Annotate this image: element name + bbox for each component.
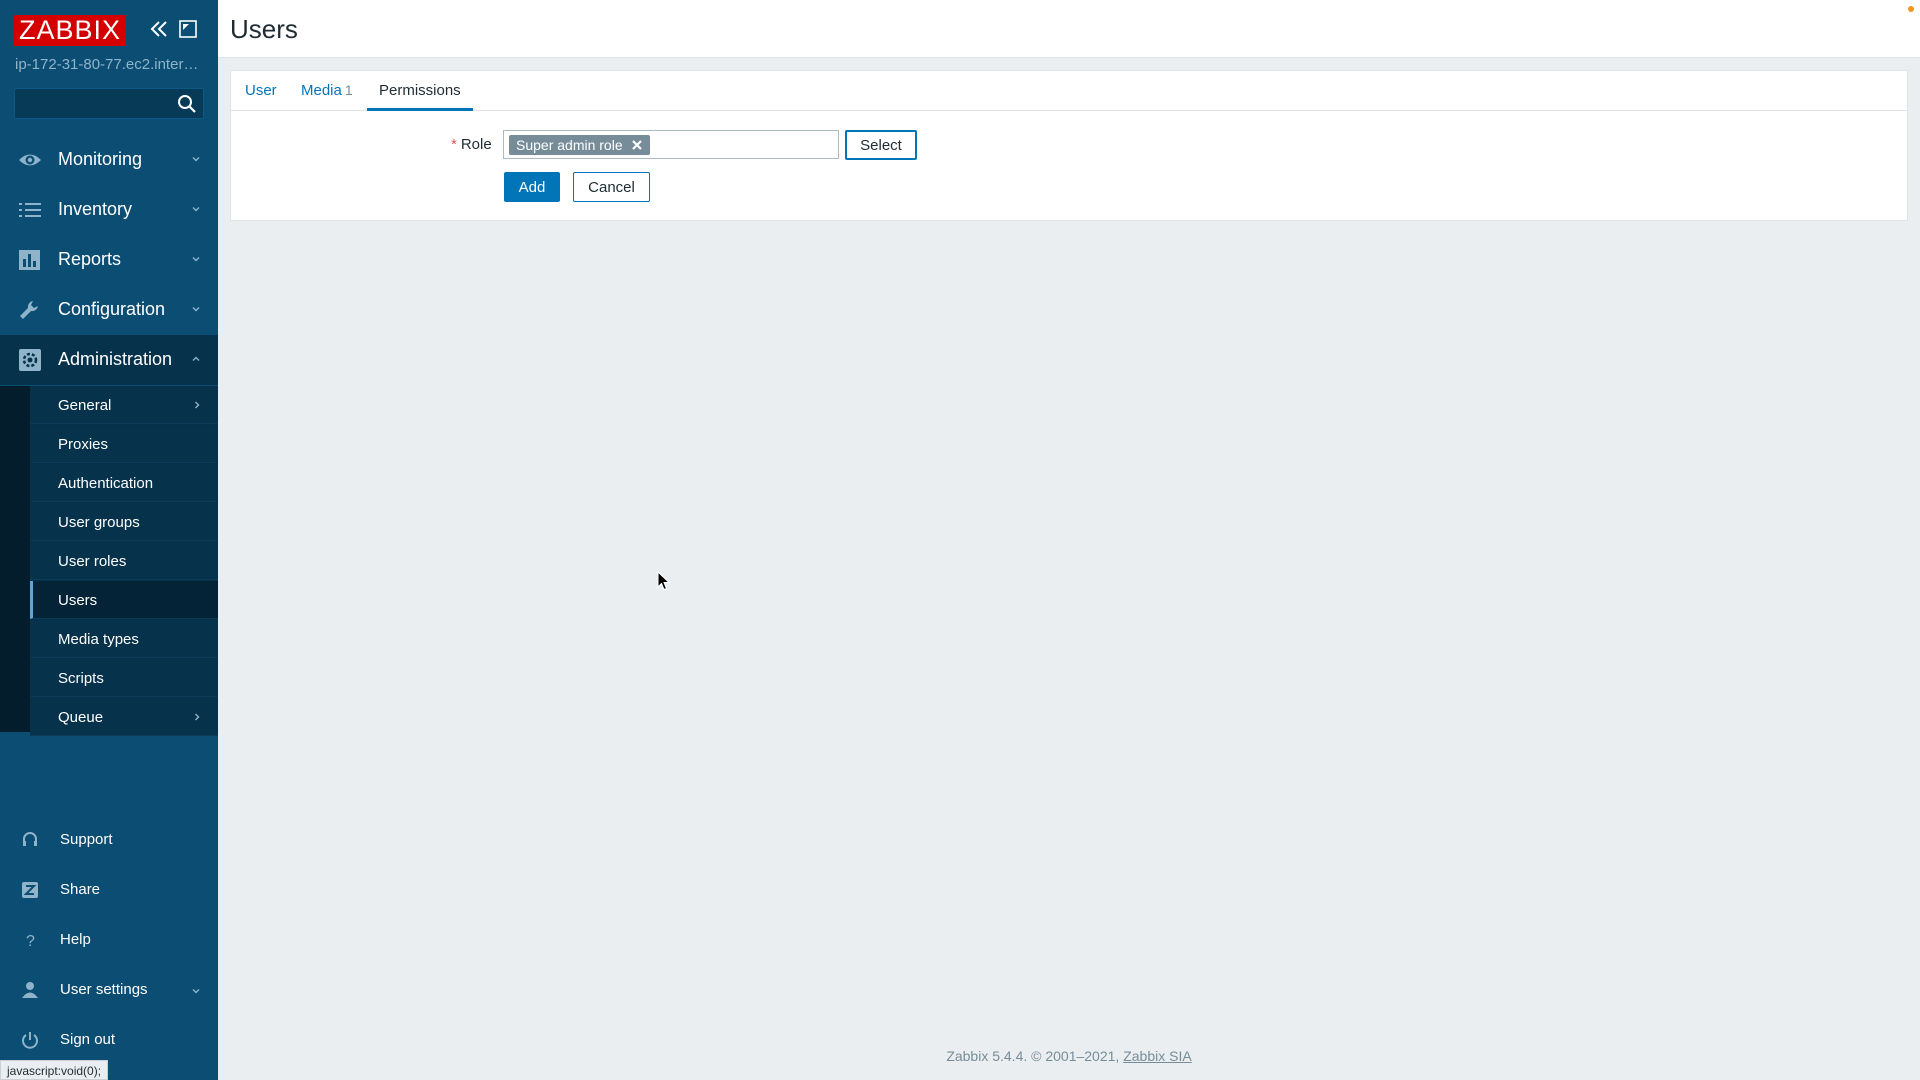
role-multiselect[interactable]: Super admin role <box>503 130 839 159</box>
page-footer: Zabbix 5.4.4. © 2001–2021, Zabbix SIA <box>218 1048 1920 1064</box>
wrench-icon <box>20 301 38 319</box>
footer-text: Zabbix 5.4.4. © 2001–2021, <box>946 1048 1124 1064</box>
tab-label: Permissions <box>379 82 461 99</box>
submenu-label: Authentication <box>58 475 154 492</box>
menu-label: Share <box>60 881 101 898</box>
footer-link[interactable]: Zabbix SIA <box>1123 1048 1191 1064</box>
menu-label: Monitoring <box>58 149 143 169</box>
menu-share[interactable]: Share <box>0 870 218 910</box>
help-icon: ? <box>26 933 35 950</box>
chevron-right-icon <box>195 713 200 721</box>
headset-icon <box>23 832 37 846</box>
chevron-down-icon <box>192 157 200 162</box>
menu-support[interactable]: Support <box>0 820 218 860</box>
tab-label: Media <box>301 82 342 99</box>
submenu-item-queue[interactable]: Queue <box>30 698 218 736</box>
role-label: * Role <box>451 136 492 153</box>
zabbix-logo[interactable]: ZABBIX <box>14 14 127 46</box>
search-icon[interactable] <box>177 94 197 114</box>
role-chip-label: Super admin role <box>516 137 623 153</box>
submenu-item-user-groups[interactable]: User groups <box>30 503 218 541</box>
submenu-item-media-types[interactable]: Media types <box>30 620 218 658</box>
menu-label: Inventory <box>58 199 133 219</box>
submenu-label: Queue <box>58 709 104 726</box>
logo[interactable]: ZABBIX <box>14 14 127 46</box>
administration-submenu: General Proxies Authentication User grou… <box>0 386 218 736</box>
menu-label: User settings <box>60 981 148 998</box>
submenu-item-proxies[interactable]: Proxies <box>30 425 218 463</box>
menu-label: Administration <box>58 349 173 369</box>
submenu-label: User roles <box>58 553 127 570</box>
add-button[interactable]: Add <box>504 172 560 202</box>
chevron-up-icon <box>192 356 200 361</box>
submenu-item-user-roles[interactable]: User roles <box>30 542 218 580</box>
menu-reports[interactable]: Reports <box>0 235 218 285</box>
chevron-down-icon <box>192 207 200 212</box>
page-header: Users <box>218 0 1920 58</box>
menu-configuration[interactable]: Configuration <box>0 285 218 335</box>
submenu-item-users[interactable]: Users <box>30 581 218 619</box>
tab-label: User <box>245 82 277 99</box>
menu-label: Configuration <box>58 299 166 319</box>
power-icon <box>22 1032 38 1049</box>
sidebar: ZABBIX ip-172-31-80-77.ec2.inter… Monito… <box>0 0 218 1080</box>
submenu-item-authentication[interactable]: Authentication <box>30 464 218 502</box>
submenu-indent <box>0 386 30 732</box>
search-input[interactable] <box>15 89 165 118</box>
menu-label: Support <box>60 831 113 848</box>
menu-administration[interactable]: Administration <box>0 335 218 385</box>
notification-dot[interactable] <box>1908 6 1914 12</box>
tab-count-badge: 1 <box>344 82 353 98</box>
submenu-label: Scripts <box>58 670 104 687</box>
required-mark: * <box>451 136 457 153</box>
submenu-label: General <box>58 397 112 414</box>
cancel-button[interactable]: Cancel <box>573 172 650 202</box>
role-chip: Super admin role <box>509 135 650 155</box>
user-form-panel: User Media 1 Permissions * Role Super admi… <box>230 70 1908 221</box>
role-label-text: Role <box>460 136 492 153</box>
tab-user[interactable]: User <box>245 71 277 111</box>
share-icon <box>22 882 38 898</box>
browser-status-tooltip: javascript:void(0); <box>0 1060 109 1080</box>
tab-bar: User Media 1 Permissions <box>231 71 1907 111</box>
menu-label: Help <box>60 931 91 948</box>
submenu-label: Media types <box>58 631 139 648</box>
submenu-label: User groups <box>58 514 140 531</box>
list-icon <box>19 203 41 217</box>
page-title: Users <box>230 14 298 44</box>
select-role-button[interactable]: Select <box>845 130 917 160</box>
close-icon[interactable] <box>631 139 643 151</box>
menu-sign-out[interactable]: Sign out <box>0 1020 218 1060</box>
search-box[interactable] <box>14 88 204 119</box>
menu-inventory[interactable]: Inventory <box>0 185 218 235</box>
chevron-down-icon <box>192 989 200 994</box>
bar-chart-icon <box>19 250 40 270</box>
tab-media[interactable]: Media 1 <box>301 71 353 111</box>
menu-user-settings[interactable]: User settings <box>0 970 218 1010</box>
submenu-item-scripts[interactable]: Scripts <box>30 659 218 697</box>
svg-text:?: ? <box>26 933 35 950</box>
chevron-right-icon <box>195 401 200 409</box>
chevron-down-icon <box>192 307 200 312</box>
submenu-label: Proxies <box>58 436 109 453</box>
gear-icon <box>19 349 41 371</box>
submenu-label: Users <box>58 592 98 609</box>
kiosk-mode-icon[interactable] <box>178 19 198 39</box>
chevron-down-icon <box>192 257 200 262</box>
submenu-item-general[interactable]: General <box>30 386 218 424</box>
tab-permissions[interactable]: Permissions <box>367 71 473 111</box>
collapse-sidebar-icon[interactable] <box>149 18 169 40</box>
eye-icon <box>19 154 41 166</box>
user-icon <box>22 982 38 998</box>
menu-help[interactable]: ? Help <box>0 920 218 960</box>
menu-label: Reports <box>58 249 122 269</box>
menu-monitoring[interactable]: Monitoring <box>0 135 218 185</box>
server-name: ip-172-31-80-77.ec2.inter… <box>15 56 199 73</box>
menu-label: Sign out <box>60 1031 116 1048</box>
mouse-cursor-icon <box>657 571 671 591</box>
